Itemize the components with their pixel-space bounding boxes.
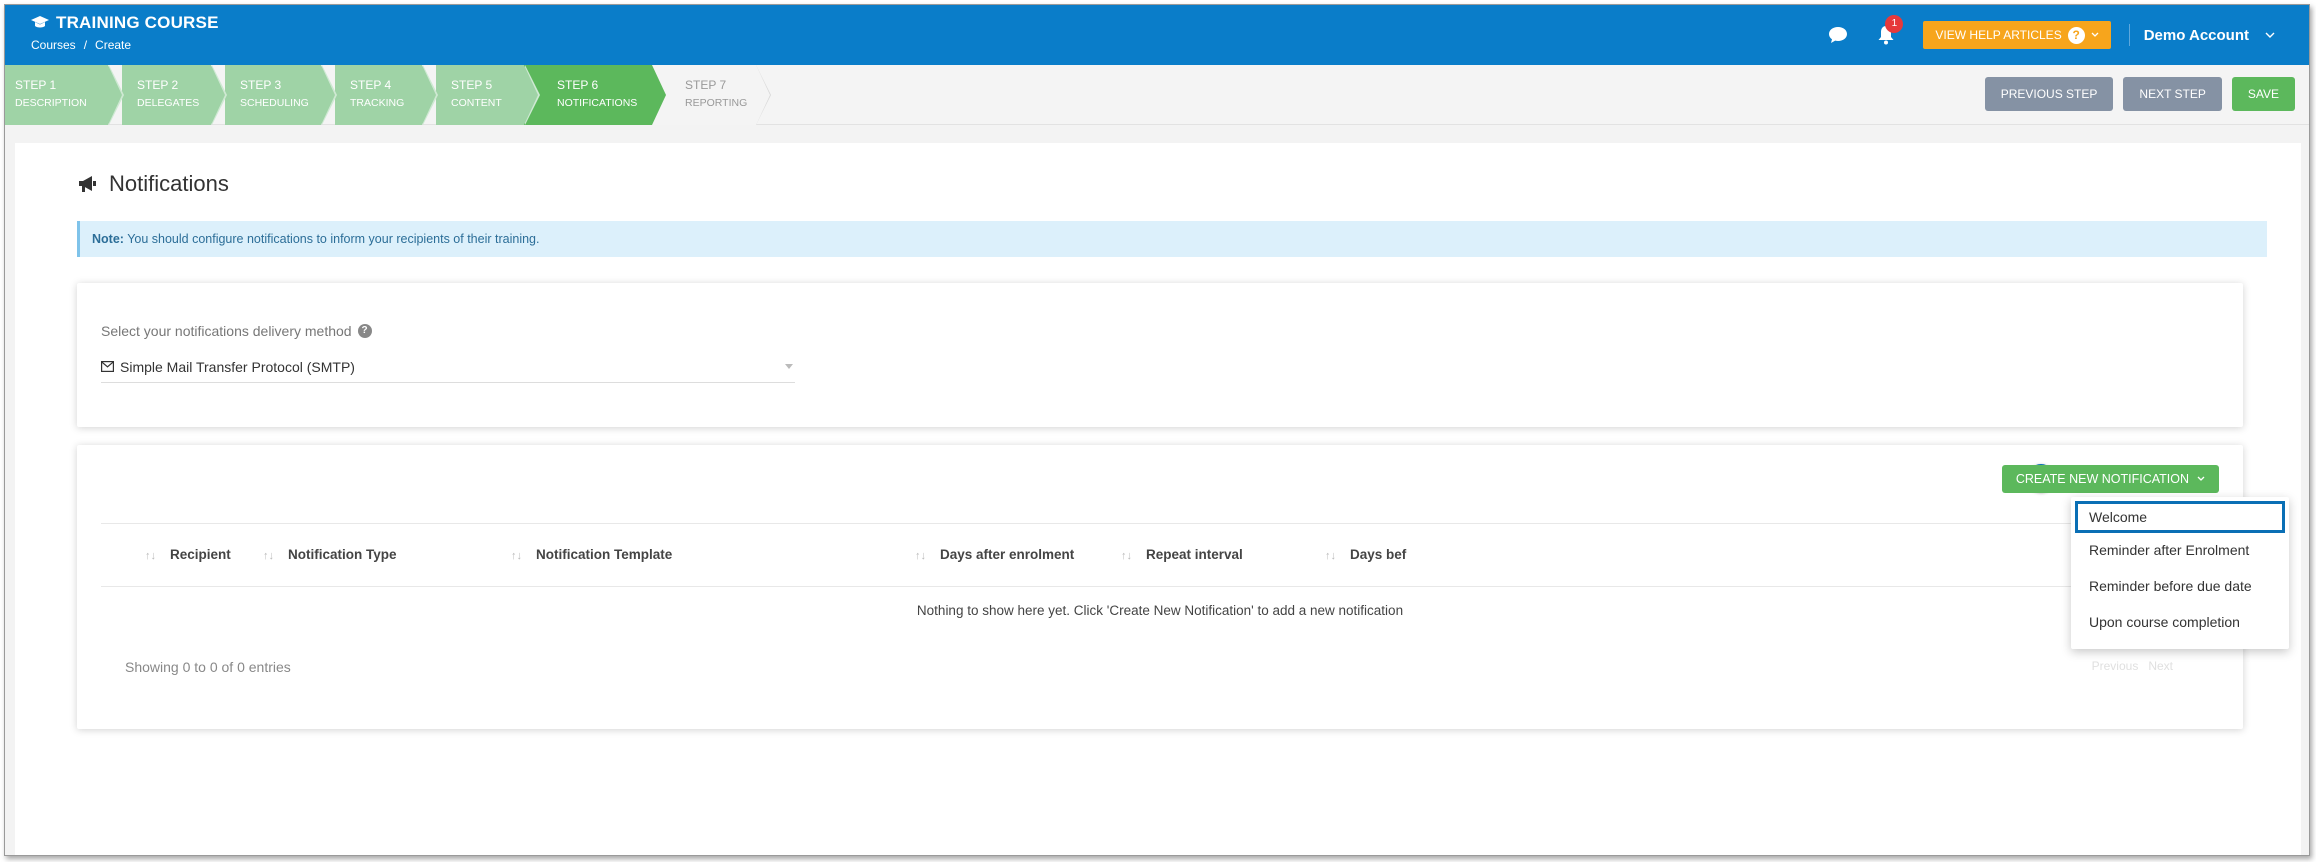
create-button-label: CREATE NEW NOTIFICATION — [2015, 472, 2189, 486]
breadcrumb-separator: / — [83, 38, 88, 52]
column-label: Notification Type — [288, 547, 397, 562]
page-title-text: Notifications — [109, 171, 229, 196]
column-label: Repeat interval — [1146, 547, 1243, 562]
step-name: CONTENT — [451, 97, 502, 109]
pagination: Previous Next — [2092, 659, 2173, 673]
account-menu[interactable]: Demo Account — [2144, 27, 2275, 44]
step-description[interactable]: STEP 1 DESCRIPTION — [5, 65, 124, 125]
dropdown-item-upon-course-completion[interactable]: Upon course completion — [2075, 607, 2285, 639]
sort-icon: ↑↓ — [511, 550, 522, 562]
note-label: Note: — [92, 232, 124, 246]
pagination-next[interactable]: Next — [2148, 659, 2173, 673]
notifications-bell[interactable]: 1 — [1875, 15, 1904, 46]
notifications-table-card: 9 CREATE NEW NOTIFICATION ↑↓Recipient ↑↓… — [77, 445, 2289, 729]
help-circle-icon[interactable]: ? — [357, 324, 372, 338]
sort-icon: ↑↓ — [1325, 550, 1336, 562]
dropdown-item-reminder-after-enrolment[interactable]: Reminder after Enrolment — [2075, 535, 2285, 567]
step-name: DELEGATES — [137, 97, 200, 109]
column-label: Days bef — [1350, 547, 1407, 562]
pagination-previous[interactable]: Previous — [2092, 659, 2139, 673]
delivery-method-label-text: Select your notifications delivery metho… — [101, 323, 352, 339]
delivery-method-card: Select your notifications delivery metho… — [77, 283, 2243, 427]
step-number: STEP 2 — [137, 78, 179, 92]
notification-count-badge: 1 — [1885, 15, 1904, 33]
breadcrumb-courses[interactable]: Courses — [31, 38, 76, 52]
column-days-after-enrolment[interactable]: ↑↓ Days after enrolment — [915, 524, 1074, 586]
app-window: TRAINING COURSE Courses / Create 1 VIEW … — [4, 4, 2310, 856]
step-name: TRACKING — [350, 97, 405, 109]
step-notifications[interactable]: STEP 6 NOTIFICATIONS — [524, 65, 666, 125]
chevron-down-icon — [2197, 476, 2205, 481]
breadcrumb: Courses / Create — [31, 38, 219, 52]
dropdown-item-welcome[interactable]: Welcome — [2075, 501, 2285, 533]
step-name: NOTIFICATIONS — [557, 97, 638, 109]
sort-icon: ↑↓ — [145, 550, 156, 562]
column-notification-type[interactable]: ↑↓ Notification Type — [263, 524, 397, 586]
step-tracking[interactable]: STEP 4 TRACKING — [335, 65, 438, 125]
column-label: Recipient — [170, 547, 231, 562]
table-header: ↑↓ Recipient ↑↓ Notification Type ↑↓ Notifi… — [101, 523, 2219, 587]
step-name: DESCRIPTION — [15, 97, 87, 109]
view-help-articles-button[interactable]: VIEW HELP ARTICLES ? — [1923, 21, 2111, 49]
wizard-steps-bar: STEP 1 DESCRIPTION STEP 2 DELEGATES STEP… — [5, 65, 2309, 125]
empty-table-message: Nothing to show here yet. Click 'Create … — [916, 603, 1404, 618]
step-number: STEP 4 — [350, 78, 392, 92]
chevron-down-icon — [2265, 32, 2275, 38]
column-days-before[interactable]: ↑↓ Days bef — [1325, 524, 1406, 586]
delivery-method-label: Select your notifications delivery metho… — [101, 323, 372, 339]
column-notification-template[interactable]: ↑↓ Notification Template — [511, 524, 672, 586]
step-reporting[interactable]: STEP 7 REPORTING — [652, 65, 771, 125]
step-number: STEP 5 — [451, 78, 493, 92]
step-number: STEP 6 — [557, 78, 599, 92]
breadcrumb-create: Create — [95, 38, 132, 52]
step-name: REPORTING — [685, 97, 748, 109]
delivery-method-value: Simple Mail Transfer Protocol (SMTP) — [120, 358, 355, 375]
page-title: Notifications — [77, 171, 229, 197]
wizard-actions: PREVIOUS STEP NEXT STEP SAVE — [1984, 77, 2295, 111]
column-label: Notification Template — [536, 547, 673, 562]
entries-info: Showing 0 to 0 of 0 entries — [125, 659, 291, 675]
envelope-icon — [101, 361, 114, 372]
column-recipient[interactable]: ↑↓ Recipient — [145, 524, 231, 586]
step-delegates[interactable]: STEP 2 DELEGATES — [122, 65, 227, 125]
graduation-cap-icon — [31, 16, 49, 28]
megaphone-icon — [79, 176, 96, 192]
column-label: Days after enrolment — [940, 547, 1075, 562]
step-number: STEP 3 — [240, 78, 282, 92]
top-header: TRAINING COURSE Courses / Create 1 VIEW … — [5, 5, 2309, 65]
course-title: TRAINING COURSE — [31, 13, 219, 33]
chevron-down-icon — [2091, 32, 2099, 37]
step-number: STEP 7 — [685, 78, 727, 92]
help-button-label: VIEW HELP ARTICLES — [1935, 28, 2062, 42]
sort-icon: ↑↓ — [263, 550, 274, 562]
step-content[interactable]: STEP 5 CONTENT — [436, 65, 540, 125]
brand: TRAINING COURSE Courses / Create — [31, 13, 219, 52]
dropdown-item-reminder-before-due-date[interactable]: Reminder before due date — [2075, 571, 2285, 603]
note-text: You should configure notifications to in… — [123, 232, 540, 246]
next-step-button[interactable]: NEXT STEP — [2123, 77, 2222, 111]
step-name: SCHEDULING — [240, 97, 309, 109]
header-divider — [2128, 24, 2130, 46]
caret-down-icon — [785, 364, 793, 369]
course-title-text: TRAINING COURSE — [56, 13, 219, 32]
delivery-method-select[interactable]: Simple Mail Transfer Protocol (SMTP) — [101, 351, 795, 383]
sort-icon: ↑↓ — [1121, 550, 1132, 562]
header-actions: 1 VIEW HELP ARTICLES ? Demo Account — [1827, 15, 2275, 50]
main-content: Notifications Note: You should configure… — [15, 143, 2301, 855]
previous-step-button[interactable]: PREVIOUS STEP — [1984, 77, 2114, 111]
create-new-notification-button[interactable]: CREATE NEW NOTIFICATION — [2001, 465, 2219, 493]
sort-icon: ↑↓ — [915, 550, 926, 562]
create-notification-dropdown: Welcome Reminder after Enrolment Reminde… — [2071, 497, 2289, 649]
step-number: STEP 1 — [15, 78, 57, 92]
step-scheduling[interactable]: STEP 3 SCHEDULING — [225, 65, 337, 125]
chat-icon[interactable] — [1827, 24, 1849, 46]
column-repeat-interval[interactable]: ↑↓ Repeat interval — [1121, 524, 1243, 586]
info-note: Note: You should configure notifications… — [77, 221, 2267, 257]
account-name: Demo Account — [2143, 26, 2249, 44]
save-button[interactable]: SAVE — [2231, 77, 2295, 111]
question-icon: ? — [2067, 26, 2085, 44]
